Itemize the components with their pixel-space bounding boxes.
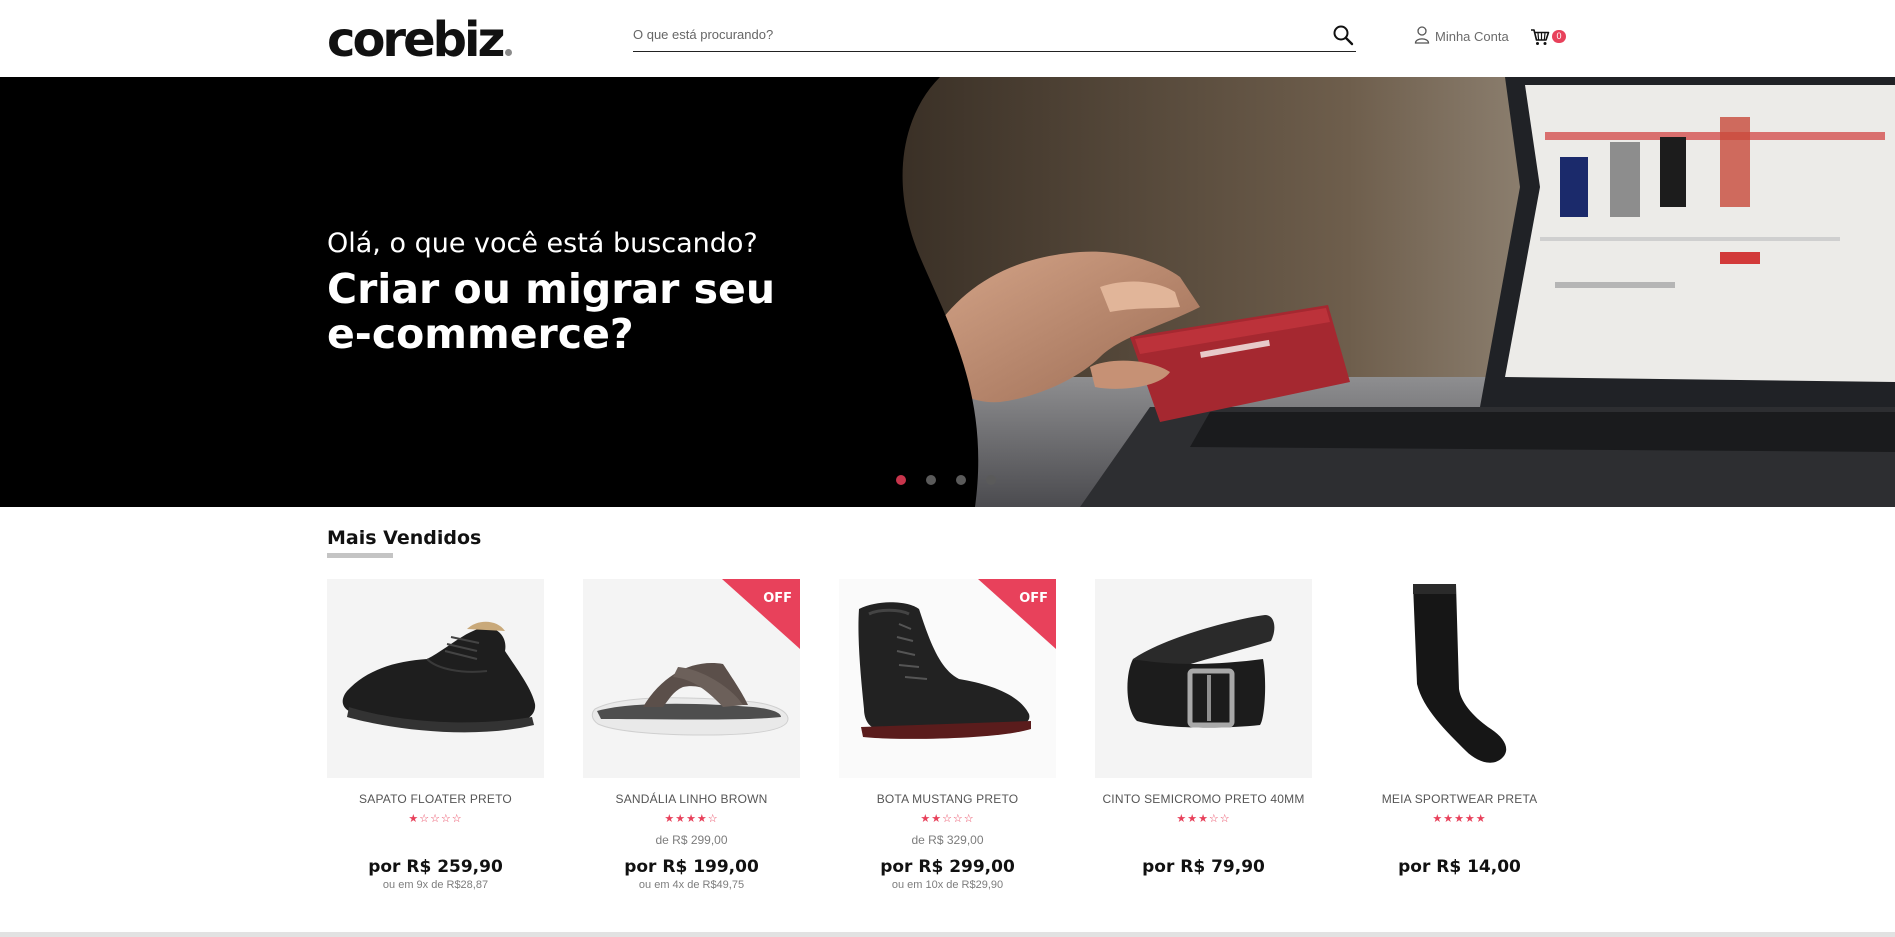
section-title-underline bbox=[327, 553, 393, 558]
hero-title: Criar ou migrar seu e-commerce? bbox=[327, 265, 776, 358]
carousel-dots bbox=[896, 475, 996, 485]
product-image[interactable] bbox=[1095, 579, 1312, 778]
logo-dot bbox=[505, 49, 513, 56]
star-rating: ★☆☆☆☆ bbox=[408, 812, 463, 825]
carousel-dot-2[interactable] bbox=[926, 475, 936, 485]
page: corebiz Minha Conta 0 bbox=[0, 0, 1895, 937]
product-price: por R$ 299,00 bbox=[880, 857, 1015, 877]
product-price: por R$ 259,90 bbox=[368, 857, 503, 877]
hero-photo bbox=[0, 77, 1895, 507]
product-card[interactable]: CINTO SEMICROMO PRETO 40MM ★★★☆☆ por R$ … bbox=[1095, 579, 1312, 879]
horizontal-scrollbar[interactable] bbox=[0, 932, 1895, 937]
off-label: OFF bbox=[763, 591, 792, 606]
list-price bbox=[327, 833, 544, 847]
star-rating: ★★☆☆☆ bbox=[920, 812, 975, 825]
search-bar bbox=[633, 20, 1356, 52]
product-image[interactable] bbox=[1351, 579, 1568, 778]
product-card[interactable]: OFF BOTA MUSTANG PRETO ★★☆☆☆ de R$ 329,0… bbox=[839, 579, 1056, 891]
off-badge: OFF bbox=[978, 579, 1056, 649]
header: corebiz Minha Conta 0 bbox=[0, 0, 1895, 77]
list-price: de R$ 329,00 bbox=[911, 833, 984, 847]
product-price: por R$ 199,00 bbox=[624, 857, 759, 877]
search-input[interactable] bbox=[633, 22, 1313, 46]
carousel-dot-4[interactable] bbox=[986, 475, 996, 485]
product-name[interactable]: MEIA SPORTWEAR PRETA bbox=[1351, 792, 1568, 806]
shoe-icon bbox=[342, 621, 536, 733]
product-name[interactable]: CINTO SEMICROMO PRETO 40MM bbox=[1095, 792, 1312, 806]
installments: ou em 10x de R$29,90 bbox=[891, 879, 1004, 891]
account-label: Minha Conta bbox=[1435, 29, 1509, 44]
product-card[interactable]: OFF SANDÁLIA LINHO BROWN ★★★★☆ de R$ 299… bbox=[583, 579, 800, 891]
carousel-dot-3[interactable] bbox=[956, 475, 966, 485]
product-image[interactable] bbox=[327, 579, 544, 778]
user-icon bbox=[1414, 26, 1430, 47]
logo[interactable]: corebiz bbox=[327, 12, 513, 68]
hero-text: Olá, o que você está buscando? Criar ou … bbox=[327, 227, 787, 357]
product-name[interactable]: BOTA MUSTANG PRETO bbox=[839, 792, 1056, 806]
star-rating: ★★★★☆ bbox=[664, 812, 719, 825]
carousel-dot-1[interactable] bbox=[896, 475, 906, 485]
off-badge: OFF bbox=[722, 579, 800, 649]
product-name[interactable]: SAPATO FLOATER PRETO bbox=[327, 792, 544, 806]
hero-subtitle: Olá, o que você está buscando? bbox=[327, 228, 758, 259]
product-card[interactable]: SAPATO FLOATER PRETO ★☆☆☆☆ por R$ 259,90… bbox=[327, 579, 544, 891]
product-price: por R$ 79,90 bbox=[1142, 857, 1265, 877]
product-name[interactable]: SANDÁLIA LINHO BROWN bbox=[583, 792, 800, 806]
cart-button[interactable]: 0 bbox=[1530, 26, 1570, 48]
hero-banner[interactable]: Olá, o que você está buscando? Criar ou … bbox=[0, 77, 1895, 507]
account-link[interactable]: Minha Conta bbox=[1414, 26, 1509, 47]
star-rating: ★★★★★ bbox=[1432, 812, 1487, 825]
cart-icon bbox=[1530, 28, 1550, 50]
installments: ou em 9x de R$28,87 bbox=[382, 879, 489, 891]
belt-icon bbox=[1127, 615, 1275, 728]
list-price bbox=[1351, 833, 1568, 847]
cart-count-badge: 0 bbox=[1552, 30, 1566, 43]
sock-icon bbox=[1413, 584, 1507, 763]
product-card[interactable]: MEIA SPORTWEAR PRETA ★★★★★ por R$ 14,00 bbox=[1351, 579, 1568, 879]
product-price: por R$ 14,00 bbox=[1398, 857, 1521, 877]
off-label: OFF bbox=[1019, 591, 1048, 606]
list-price bbox=[1095, 833, 1312, 847]
search-icon[interactable] bbox=[1332, 24, 1356, 48]
product-image[interactable]: OFF bbox=[839, 579, 1056, 778]
star-rating: ★★★☆☆ bbox=[1176, 812, 1231, 825]
logo-text: corebiz bbox=[327, 12, 505, 68]
section-title: Mais Vendidos bbox=[327, 527, 482, 549]
product-image[interactable]: OFF bbox=[583, 579, 800, 778]
list-price: de R$ 299,00 bbox=[655, 833, 728, 847]
installments: ou em 4x de R$49,75 bbox=[638, 879, 745, 891]
